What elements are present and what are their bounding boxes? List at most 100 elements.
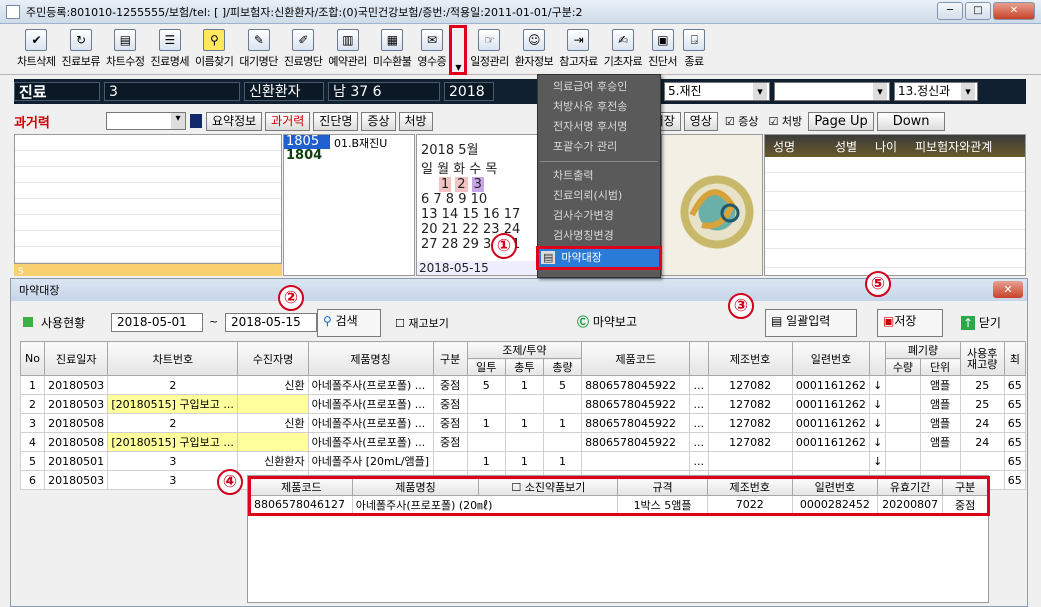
calendar-day[interactable]: 2 bbox=[455, 177, 468, 192]
inventory-checkbox[interactable]: ☐ 재고보기 bbox=[395, 315, 449, 331]
image-button[interactable]: 영상 bbox=[683, 111, 718, 131]
table-row[interactable]: 2 20180503 [20180515] 구입보고 ... 아네폴주사(프로포폴) … bbox=[19, 394, 1027, 414]
page-down-button[interactable]: Down bbox=[877, 111, 946, 131]
calendar-week[interactable]: 6 7 8 9 10 bbox=[417, 192, 537, 207]
left-notes-panel[interactable] bbox=[14, 134, 282, 264]
popup-col-small[interactable]: ☐ 소진약품보기 bbox=[478, 477, 619, 496]
toolbar-treatment-list[interactable]: ✐ 진료명단 bbox=[281, 25, 325, 75]
search-icon: ⚲ bbox=[323, 314, 332, 328]
col-date: 진료일자 bbox=[44, 341, 109, 376]
menu-item-test-name[interactable]: 검사명칭변경 bbox=[538, 226, 660, 246]
cell-date: 20180501 bbox=[44, 451, 109, 471]
table-row[interactable]: 4 20180508 [20180515] 구입보고 ... 아네폴주사(프로포폴) … bbox=[19, 432, 1027, 452]
popup-row[interactable]: 8806578046127 아네폴주사(프로포폴) (20㎖) 1박스 5앰플 … bbox=[249, 495, 989, 515]
table-row[interactable]: 5 20180501 3 신환환자 아네폴주사 [20mL/앰플] 1 1 1... ↓ 65 bbox=[19, 451, 1027, 471]
dialog-close-x[interactable]: ✕ bbox=[993, 281, 1023, 298]
calendar-week[interactable]: 20 21 22 23 24 bbox=[417, 222, 537, 237]
cell-amount bbox=[542, 432, 583, 452]
toolbar-reference[interactable]: ⇥ 참고자료 bbox=[556, 25, 600, 75]
close-arrow-icon: ↑ bbox=[961, 316, 976, 330]
search-button[interactable]: ⚲ 검색 bbox=[317, 309, 381, 337]
usage-label: 사용현황 bbox=[41, 316, 86, 330]
menu-item-chart-print[interactable]: 차트출력 bbox=[538, 166, 660, 186]
report-logo-icon: Ⓒ bbox=[577, 315, 590, 329]
toolbar-exit[interactable]: ⍈ 종료 bbox=[680, 25, 708, 75]
calendar-date-field[interactable]: 2018-05-15 bbox=[417, 261, 537, 275]
menu-item-medical-aid[interactable]: 의료급여 후승인 bbox=[538, 77, 660, 97]
header-name: 성명 bbox=[773, 139, 796, 154]
menu-item-referral[interactable]: 진료의뢰(시범) bbox=[538, 186, 660, 206]
cell-product: 아네폴주사(프로포폴) ... bbox=[307, 375, 434, 395]
save-button[interactable]: ▣저장 bbox=[877, 309, 943, 337]
date-from-select[interactable]: 2018-05-01 bbox=[111, 313, 203, 332]
table-row[interactable]: 1 20180503 2 신환 아네폴주사(프로포폴) ... 중점 5 1 5 88065780… bbox=[19, 375, 1027, 395]
toolbar-certificate[interactable]: ▣ 진단서 bbox=[645, 25, 680, 75]
cell-chart: 3 bbox=[107, 451, 239, 471]
narcotics-report-button[interactable]: Ⓒ 마약보고 bbox=[577, 313, 637, 330]
cell-chart: 2 bbox=[107, 413, 239, 433]
toolbar-chart-delete[interactable]: ✔ 차트삭제 bbox=[14, 25, 58, 75]
visit-status-select[interactable]: 5.재진 bbox=[664, 82, 770, 101]
minimize-button[interactable]: ─ bbox=[937, 2, 963, 20]
summary-button[interactable]: 요약정보 bbox=[206, 111, 263, 131]
menu-item-narcotics-ledger[interactable]: ▤ 마약대장 bbox=[536, 246, 662, 270]
cell-chart: [20180515] 구입보고 ... bbox=[107, 394, 239, 414]
past-history-button[interactable]: 과거력 bbox=[265, 111, 311, 131]
toolbar-reservation[interactable]: ▥ 예약관리 bbox=[325, 25, 369, 75]
popup-cell-name: 아네폴주사(프로포폴) (20㎖) bbox=[351, 495, 619, 515]
menu-item-test-fee[interactable]: 검사수가변경 bbox=[538, 206, 660, 226]
toolbar-name-search[interactable]: ⚲ 이름찾기 bbox=[192, 25, 236, 75]
book-icon: ▥ bbox=[336, 29, 359, 51]
toolbar-receipt[interactable]: ✉ 영수증 bbox=[414, 25, 449, 75]
toolbar-patient-info[interactable]: ☺ 환자정보 bbox=[512, 25, 556, 75]
page-up-button[interactable]: Page Up bbox=[808, 111, 875, 131]
calendar-week[interactable]: 13 14 15 16 17 bbox=[417, 207, 537, 222]
toolbar-refund[interactable]: ▦ 미수환불 bbox=[370, 25, 414, 75]
calendar-day[interactable]: 3 bbox=[471, 177, 484, 192]
menu-item-e-signature[interactable]: 전자서명 후서명 bbox=[538, 117, 660, 137]
cell-type: 중점 bbox=[432, 413, 468, 433]
toolbar-statement[interactable]: ☰ 진료명세 bbox=[147, 25, 191, 75]
cell-no: 5 bbox=[19, 451, 46, 471]
visit-list[interactable]: 1805 01.B재진U 1804 bbox=[283, 134, 415, 276]
visit-year: 2018 bbox=[444, 82, 494, 101]
visit-item[interactable]: 1805 01.B재진U bbox=[284, 135, 414, 150]
toolbar-chart-edit[interactable]: ▤ 차트수정 bbox=[103, 25, 147, 75]
prescription-button[interactable]: 처방 bbox=[398, 111, 433, 131]
col-unit: 단위 bbox=[919, 358, 961, 376]
calendar-day[interactable]: 1 bbox=[439, 177, 452, 192]
calendar-week[interactable]: 27 28 29 30 31 bbox=[417, 237, 537, 252]
related-persons-table: 성명 성별 나이 피보험자와관계 bbox=[764, 134, 1026, 276]
cell-no: 4 bbox=[19, 432, 46, 452]
history-select[interactable]: ▾ bbox=[106, 112, 186, 130]
chart-number[interactable]: 3 bbox=[104, 82, 240, 101]
toolbar-hold[interactable]: ↻ 진료보류 bbox=[58, 25, 102, 75]
cell-stock: 25 bbox=[959, 375, 1005, 395]
toolbar-waiting-list[interactable]: ✎ 대기명단 bbox=[236, 25, 280, 75]
toolbar-base-data[interactable]: ✍ 기초자료 bbox=[601, 25, 645, 75]
visit-item[interactable]: 1804 bbox=[284, 149, 414, 163]
cell-patient: 신환 bbox=[237, 375, 309, 395]
toolbar-dropdown-arrow[interactable]: ▼ bbox=[449, 25, 468, 75]
close-button[interactable]: ✕ bbox=[993, 2, 1035, 20]
table-row[interactable]: 3 20180508 2 신환 아네폴주사(프로포폴) ... 중점 1 1 1 88065780… bbox=[19, 413, 1027, 433]
close-dialog-button[interactable]: ↑ 닫기 bbox=[961, 314, 1001, 331]
toolbar-schedule[interactable]: ☞ 일정관리 bbox=[467, 25, 511, 75]
date-to-select[interactable]: 2018-05-15 bbox=[225, 313, 317, 332]
bulk-entry-button[interactable]: ▤ 일괄입력 bbox=[765, 309, 857, 337]
blank-select[interactable] bbox=[774, 82, 890, 101]
bulk-list-icon: ▤ bbox=[771, 314, 783, 328]
prescription-checkbox[interactable]: ☑ 처방 bbox=[769, 113, 803, 129]
cell-total: 1 bbox=[504, 375, 544, 395]
menu-item-prescription-reason[interactable]: 처방사유 후전송 bbox=[538, 97, 660, 117]
narcotics-ledger-dialog: 마약대장 ✕ 사용현황 2018-05-01 ~ 2018-05-15 ⚲ 검색… bbox=[10, 278, 1028, 607]
department-select[interactable]: 13.정신과 bbox=[894, 82, 978, 101]
symptom-checkbox[interactable]: ☑ 증상 bbox=[725, 113, 759, 129]
maximize-button[interactable]: □ bbox=[965, 2, 991, 20]
diagnosis-button[interactable]: 진단명 bbox=[313, 111, 359, 131]
checklist-icon: ✔ bbox=[25, 29, 48, 51]
cell-serial: 0001161262 bbox=[791, 375, 871, 395]
symptom-button[interactable]: 증상 bbox=[361, 111, 396, 131]
col-total: 총투 bbox=[504, 358, 544, 376]
menu-item-drg[interactable]: 포괄수가 관리 bbox=[538, 137, 660, 157]
